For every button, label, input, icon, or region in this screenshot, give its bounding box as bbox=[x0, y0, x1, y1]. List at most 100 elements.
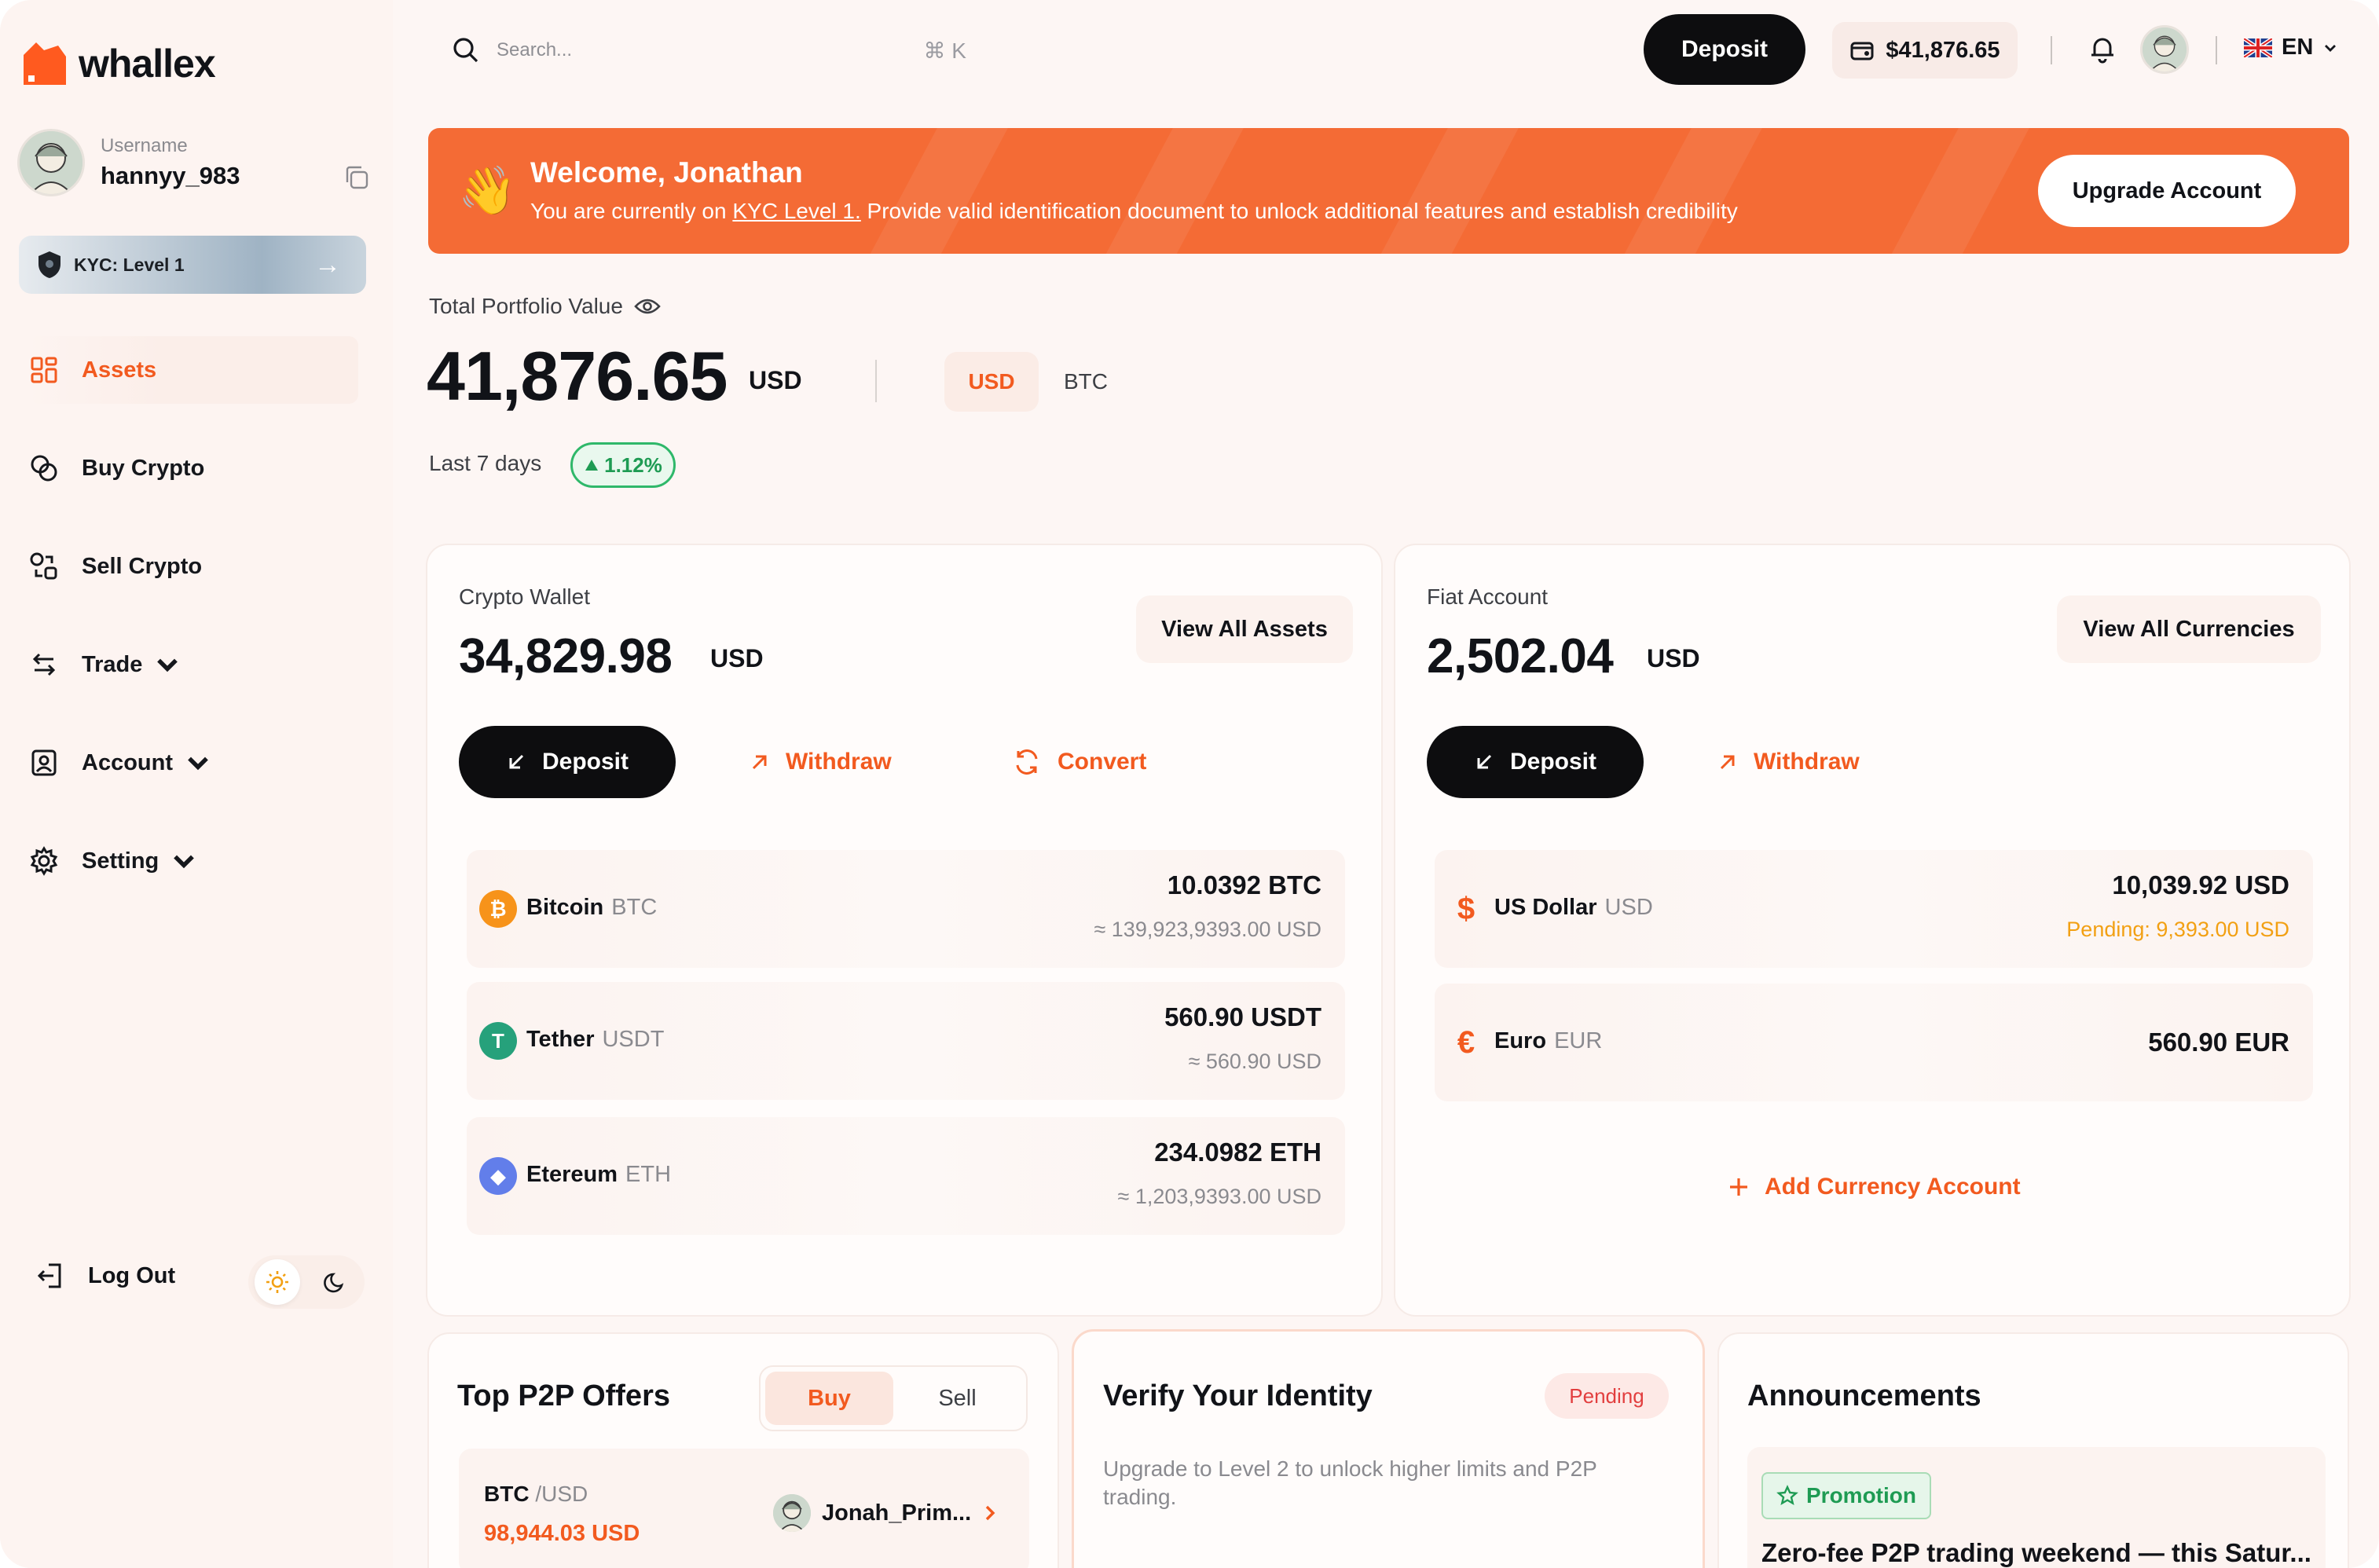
currency-name: US Dollar USD bbox=[1494, 895, 1653, 921]
asset-row-tether[interactable]: T Tether USDT 560.90 USDT ≈ 560.90 USD bbox=[467, 982, 1345, 1100]
triangle-up-icon bbox=[585, 460, 599, 471]
sidebar-item-label: Sell Crypto bbox=[82, 553, 203, 579]
view-all-currencies-button[interactable]: View All Currencies bbox=[2057, 595, 2321, 663]
logout-label: Log Out bbox=[88, 1262, 176, 1288]
language-selector[interactable]: EN bbox=[2244, 35, 2338, 60]
tab-sell[interactable]: Sell bbox=[893, 1372, 1021, 1425]
logout-button[interactable]: Log Out bbox=[35, 1260, 175, 1291]
sidebar: whallex Username hannyy_983 KYC: Level 1… bbox=[0, 0, 393, 1568]
verify-identity-title: Verify Your Identity bbox=[1103, 1379, 1373, 1412]
status-badge: Pending bbox=[1545, 1373, 1669, 1419]
arrow-down-left-icon bbox=[509, 754, 524, 769]
sidebar-item-label: Trade bbox=[82, 651, 143, 677]
search-icon bbox=[453, 38, 478, 63]
currency-row-eur[interactable]: € Euro EUR 560.90 EUR bbox=[1435, 984, 2313, 1101]
offer-row[interactable]: BTC /USD 98,944.03 USD Jonah_Prim... bbox=[459, 1449, 1029, 1568]
buy-sell-toggle: Buy Sell bbox=[759, 1365, 1028, 1431]
header-deposit-button[interactable]: Deposit bbox=[1644, 14, 1805, 85]
divider bbox=[2051, 36, 2052, 64]
sidebar-item-sell-crypto[interactable]: Sell Crypto bbox=[28, 533, 358, 600]
asset-name: Etereum ETH bbox=[526, 1162, 671, 1188]
fiat-withdraw-button[interactable]: Withdraw bbox=[1717, 726, 1860, 798]
balance-chip[interactable]: $41,876.65 bbox=[1832, 22, 2018, 79]
offer-base: BTC bbox=[484, 1482, 530, 1506]
upgrade-account-button[interactable]: Upgrade Account bbox=[2038, 155, 2296, 227]
currency-row-usd[interactable]: $ US Dollar USD 10,039.92 USD Pending: 9,… bbox=[1435, 850, 2313, 968]
kyc-level-button[interactable]: KYC: Level 1 → bbox=[19, 236, 366, 294]
logo-icon bbox=[17, 39, 69, 88]
exchange-icon bbox=[30, 552, 57, 580]
p2p-offers-title: Top P2P Offers bbox=[457, 1379, 670, 1412]
withdraw-label: Withdraw bbox=[786, 749, 892, 775]
portfolio-unit: USD bbox=[749, 366, 802, 394]
logo[interactable]: whallex bbox=[17, 39, 216, 88]
currency-symbol: EUR bbox=[1554, 1028, 1603, 1053]
user-square-icon bbox=[31, 749, 57, 776]
asset-row-bitcoin[interactable]: ₿ Bitcoin BTC 10.0392 BTC ≈ 139,923,9393.… bbox=[467, 850, 1345, 968]
sidebar-item-buy-crypto[interactable]: Buy Crypto bbox=[28, 434, 358, 502]
sidebar-item-label: Account bbox=[82, 749, 173, 775]
portfolio-label-text: Total Portfolio Value bbox=[429, 294, 623, 318]
add-currency-account-button[interactable]: Add Currency Account bbox=[1727, 1174, 2021, 1200]
currency-option-usd[interactable]: USD bbox=[944, 352, 1039, 412]
offer-quote: /USD bbox=[535, 1482, 588, 1506]
sidebar-item-account[interactable]: Account bbox=[28, 729, 358, 797]
currency-symbol: USD bbox=[1604, 895, 1653, 920]
plus-icon bbox=[1730, 1178, 1747, 1196]
fiat-deposit-button[interactable]: Deposit bbox=[1427, 726, 1644, 798]
chevron-down-icon bbox=[174, 855, 195, 869]
fiat-account-value: 2,502.04 bbox=[1427, 629, 1614, 683]
waving-hand-icon: 👋 bbox=[458, 164, 517, 217]
sidebar-item-assets[interactable]: Assets bbox=[28, 336, 358, 404]
sidebar-item-setting[interactable]: Setting bbox=[28, 827, 358, 895]
search-placeholder: Search... bbox=[497, 39, 573, 60]
language-label: EN bbox=[2282, 35, 2314, 60]
app-window: whallex Username hannyy_983 KYC: Level 1… bbox=[0, 0, 2379, 1568]
sidebar-item-trade[interactable]: Trade bbox=[28, 631, 358, 698]
header-avatar[interactable] bbox=[2140, 25, 2189, 74]
wallet-icon bbox=[1850, 42, 1874, 60]
grid-icon bbox=[31, 357, 57, 383]
deposit-label: Deposit bbox=[541, 749, 629, 775]
card-label: Crypto Wallet bbox=[459, 584, 591, 609]
copy-icon[interactable] bbox=[343, 163, 371, 192]
theme-toggle[interactable] bbox=[248, 1255, 365, 1309]
eye-icon[interactable] bbox=[634, 297, 661, 316]
withdraw-label: Withdraw bbox=[1754, 749, 1860, 775]
moon-icon[interactable] bbox=[313, 1259, 358, 1305]
search-input[interactable]: Search... ⌘ K bbox=[432, 17, 998, 83]
arrow-down-left-icon bbox=[1477, 754, 1492, 769]
currency-name-text: US Dollar bbox=[1494, 895, 1597, 920]
convert-label: Convert bbox=[1058, 749, 1147, 775]
welcome-banner: 👋 Welcome, Jonathan You are currently on… bbox=[428, 128, 2349, 254]
tether-icon: T bbox=[479, 1022, 517, 1060]
arrows-icon bbox=[32, 653, 56, 676]
chevron-down-icon bbox=[2325, 44, 2337, 52]
dollar-icon: $ bbox=[1457, 891, 1475, 926]
sidebar-item-label: Assets bbox=[82, 357, 157, 383]
view-all-assets-button[interactable]: View All Assets bbox=[1136, 595, 1353, 663]
currency-name-text: Euro bbox=[1494, 1028, 1547, 1053]
bitcoin-icon: ₿ bbox=[479, 890, 517, 928]
asset-name-text: Tether bbox=[526, 1027, 595, 1052]
asset-row-ethereum[interactable]: ◆ Etereum ETH 234.0982 ETH ≈ 1,203,9393.0… bbox=[467, 1117, 1345, 1235]
asset-symbol: USDT bbox=[602, 1027, 665, 1052]
crypto-wallet-unit: USD bbox=[710, 644, 764, 672]
asset-symbol: ETH bbox=[625, 1162, 672, 1187]
offer-user[interactable]: Jonah_Prim... bbox=[773, 1494, 998, 1532]
sun-icon[interactable] bbox=[255, 1259, 300, 1305]
chevron-down-icon bbox=[157, 658, 178, 672]
sidebar-item-label: Setting bbox=[82, 848, 159, 874]
crypto-withdraw-button[interactable]: Withdraw bbox=[750, 726, 892, 798]
kyc-level-link[interactable]: KYC Level 1. bbox=[732, 199, 860, 223]
currency-option-btc[interactable]: BTC bbox=[1039, 352, 1133, 412]
tab-buy[interactable]: Buy bbox=[765, 1372, 893, 1425]
banner-text: You are currently on bbox=[530, 199, 733, 223]
crypto-deposit-button[interactable]: Deposit bbox=[459, 726, 676, 798]
announcements-title: Announcements bbox=[1747, 1379, 1981, 1412]
crypto-convert-button[interactable]: Convert bbox=[1012, 726, 1146, 798]
banner-decoration bbox=[1355, 128, 1536, 254]
bell-icon[interactable] bbox=[2087, 33, 2118, 64]
avatar[interactable] bbox=[17, 129, 85, 196]
banner-decoration bbox=[1599, 128, 1780, 254]
